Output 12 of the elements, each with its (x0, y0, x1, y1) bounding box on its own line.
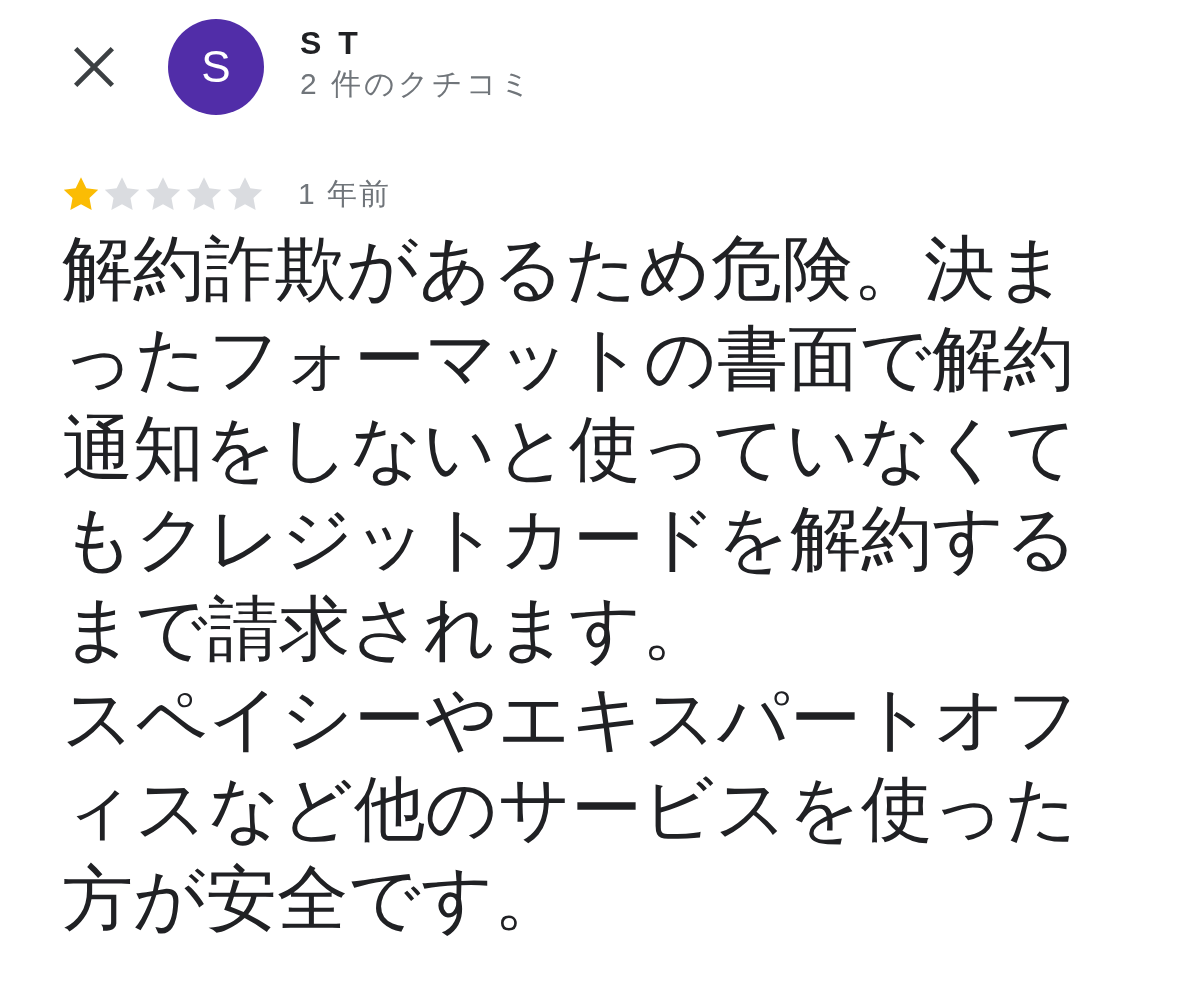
avatar: S (168, 19, 264, 115)
review-text: 解約詐欺があるため危険。決まったフォーマットの書面で解約通知をしないと使っていなくてもクレジットカードを解約するまで請求されます。 (62, 228, 1079, 670)
review-time: 1 年前 (298, 175, 392, 212)
star-icon (62, 176, 100, 212)
review-count: 2 件のクチコミ (300, 66, 535, 102)
star-icon (226, 176, 264, 212)
star-icon (185, 176, 223, 212)
star-icon (103, 176, 141, 212)
star-icon (144, 176, 182, 212)
reviewer-name: S T (300, 24, 363, 63)
close-icon (72, 45, 116, 89)
review-text: スペイシーやエキスパートオフィスなど他のサービスを使った方が安全です。 (62, 678, 1081, 940)
